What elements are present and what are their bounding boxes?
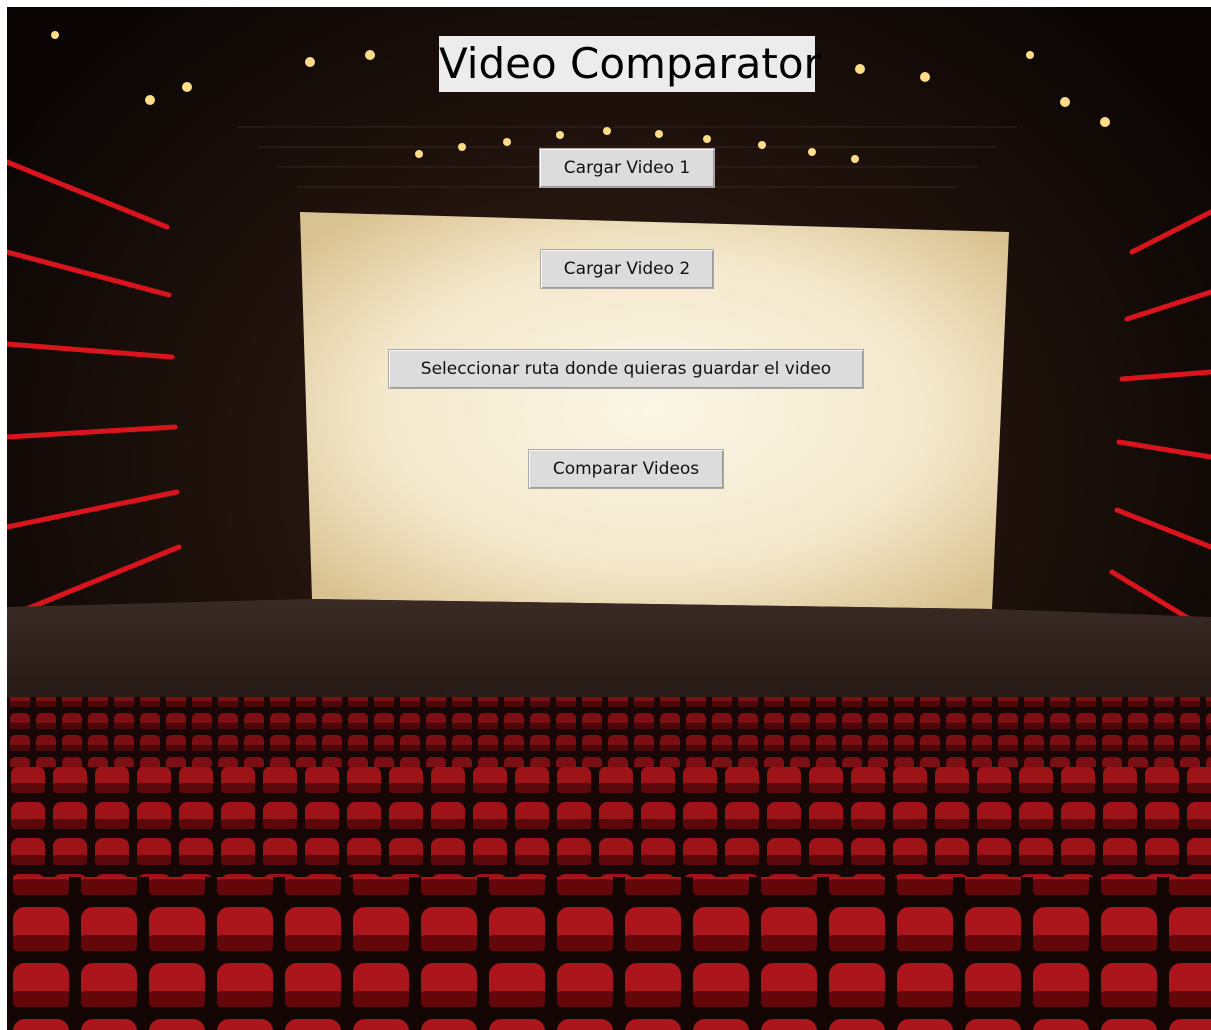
load-video-1-button[interactable]: Cargar Video 1: [539, 148, 715, 188]
app-title: Video Comparator: [439, 36, 821, 92]
select-save-path-button[interactable]: Seleccionar ruta donde quieras guardar e…: [388, 349, 864, 389]
compare-videos-button[interactable]: Comparar Videos: [528, 449, 724, 489]
load-video-2-button[interactable]: Cargar Video 2: [540, 249, 714, 289]
app-window: Video Comparator Cargar Video 1 Cargar V…: [7, 7, 1211, 1030]
